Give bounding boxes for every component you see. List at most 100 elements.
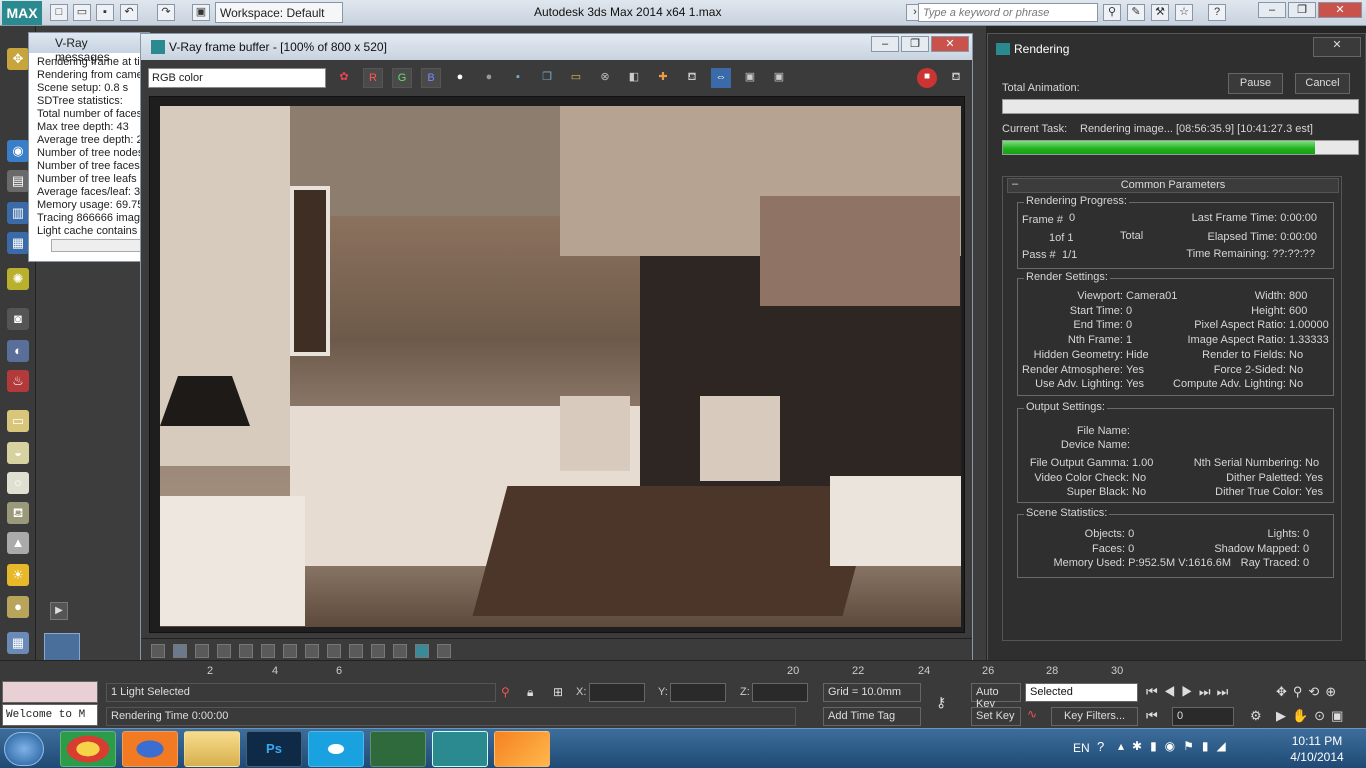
green-channel-button[interactable]: G (392, 68, 412, 88)
cancel-button[interactable]: Cancel (1295, 73, 1350, 94)
play-arrow-icon[interactable]: ▶ (50, 602, 68, 620)
pause-button[interactable]: Pause (1228, 73, 1283, 94)
document-icon[interactable]: ▥ (7, 202, 29, 224)
circle-icon[interactable]: ○ (7, 472, 29, 494)
new-file-icon[interactable]: □ (50, 4, 68, 21)
save-icon[interactable]: ▪ (96, 4, 114, 21)
viewport-nav-controls-2[interactable]: ▶✋⊙▣ (1276, 708, 1349, 724)
white-dot-icon[interactable]: ● (450, 68, 470, 88)
start-button[interactable] (4, 732, 44, 766)
project-folder-icon[interactable]: ▣ (192, 4, 210, 21)
transform-mode-icon[interactable]: ⊞ (553, 685, 563, 699)
color-correction-icon[interactable] (217, 644, 231, 658)
color-channels-icon[interactable]: ✿ (334, 68, 354, 88)
image-icon[interactable]: ▤ (7, 170, 29, 192)
channel-dropdown[interactable]: RGB color (148, 68, 326, 88)
track-mouse-icon[interactable]: ◧ (624, 68, 644, 88)
region-icon[interactable]: ✚ (653, 68, 673, 88)
binoculars-icon[interactable]: ⚲ (1103, 4, 1121, 21)
open-folder-icon[interactable]: ▭ (566, 68, 586, 88)
firefox-icon[interactable] (122, 731, 178, 767)
fb-restore-button[interactable]: ❐ (901, 36, 929, 52)
set-key-button[interactable]: Set Key (971, 707, 1021, 726)
system-tray-icons[interactable]: ▴✱▮◉⚑▮◢ (1118, 739, 1234, 753)
teapot-render-icon[interactable]: ⛾ (682, 68, 702, 88)
pixel-info-icon[interactable] (437, 644, 451, 658)
vlc-icon[interactable] (494, 731, 550, 767)
help-icon[interactable]: ? (1208, 4, 1226, 21)
current-frame-field[interactable]: 0 (1172, 707, 1234, 726)
time-config-icon[interactable]: ⚙ (1250, 708, 1262, 724)
maxscript-mini-listener[interactable] (2, 681, 98, 703)
ab-compare-icon[interactable]: ⇔ (711, 68, 731, 88)
h-icon[interactable] (371, 644, 385, 658)
dome-icon[interactable]: ◒ (7, 442, 29, 464)
pin-icon[interactable]: ⚲ (501, 685, 510, 699)
cone-icon[interactable]: ▲ (7, 532, 29, 554)
tools-icon[interactable]: ✎ (1127, 4, 1145, 21)
camera-icon[interactable]: ◙ (7, 308, 29, 330)
viewport-nav-controls[interactable]: ✥⚲⟲⊕ (1276, 684, 1342, 700)
horizontal-scrollbar[interactable] (51, 239, 141, 252)
ball-icon[interactable]: ● (7, 596, 29, 618)
z-coordinate-field[interactable] (752, 683, 808, 702)
stop-render-icon[interactable]: ■ (917, 68, 937, 88)
table-icon[interactable]: ▦ (7, 232, 29, 254)
gray-dot-icon[interactable]: ● (479, 68, 499, 88)
fb-minimize-button[interactable]: – (871, 36, 899, 52)
key-set-dropdown[interactable]: Selected (1025, 683, 1138, 702)
timeline[interactable]: 2 4 6 20 22 24 26 28 30 (0, 660, 1366, 680)
minimize-button[interactable]: – (1258, 2, 1286, 18)
save-image-icon[interactable]: ▪ (508, 68, 528, 88)
key-icon[interactable]: ⚷ (936, 694, 946, 711)
max-logo-icon[interactable]: MAX (2, 1, 42, 25)
explorer-icon[interactable] (184, 731, 240, 767)
close-button[interactable]: ✕ (1318, 2, 1362, 18)
compare-icon[interactable] (393, 644, 407, 658)
open-file-icon[interactable]: ▭ (73, 4, 91, 21)
curve-key-icon[interactable]: ∿ (1027, 707, 1049, 726)
status-icon[interactable] (151, 644, 165, 658)
lut-icon[interactable] (327, 644, 341, 658)
select-tool-icon[interactable]: ✥ (7, 48, 29, 70)
playback-controls[interactable]: ⏮◀▶⏭⏭ (1146, 684, 1234, 700)
history-icon[interactable]: ▣ (740, 68, 760, 88)
levels-icon[interactable] (239, 644, 253, 658)
save-all-icon[interactable]: ❐ (537, 68, 557, 88)
key-mode-icon[interactable]: ⏮ (1146, 708, 1158, 724)
undo-icon[interactable]: ↶ (120, 4, 138, 21)
vray-app-icon[interactable] (370, 731, 426, 767)
language-indicator[interactable]: EN (1073, 741, 1090, 755)
sphere-icon[interactable]: ◐ (7, 340, 29, 362)
3dsmax-icon[interactable] (432, 731, 488, 767)
photoshop-icon[interactable]: Ps (246, 731, 302, 767)
render-teapot-icon[interactable]: ♨ (7, 370, 29, 392)
fb-close-button[interactable]: ✕ (931, 36, 969, 52)
communication-icon[interactable]: ⚒ (1151, 4, 1169, 21)
restore-button[interactable]: ❐ (1288, 2, 1316, 18)
rendering-close-button[interactable]: ✕ (1313, 37, 1361, 57)
lens-effects-icon[interactable]: ▣ (769, 68, 789, 88)
histogram-icon[interactable] (261, 644, 275, 658)
display-icon[interactable] (349, 644, 363, 658)
render-view[interactable] (149, 96, 965, 633)
maxscript-listener-output[interactable]: Welcome to M (2, 704, 98, 726)
light-bulb-icon[interactable]: ✺ (7, 268, 29, 290)
history-icon[interactable] (173, 644, 187, 658)
red-channel-button[interactable]: R (363, 68, 383, 88)
auto-key-button[interactable]: Auto Key (971, 683, 1021, 710)
chrome-icon[interactable] (60, 731, 116, 767)
lens-icon[interactable] (415, 644, 429, 658)
help-tray-icon[interactable]: ? (1097, 739, 1104, 754)
globe-icon[interactable]: ◉ (7, 140, 29, 162)
skype-icon[interactable] (308, 731, 364, 767)
sun-icon[interactable]: ☀ (7, 564, 29, 586)
box-icon[interactable]: ▭ (7, 410, 29, 432)
workspace-dropdown[interactable]: Workspace: Default (215, 2, 343, 23)
favorites-star-icon[interactable]: ☆ (1175, 4, 1193, 21)
taskbar-clock[interactable]: 10:11 PM 4/10/2014 (1282, 733, 1352, 765)
y-coordinate-field[interactable] (670, 683, 726, 702)
help-search-input[interactable]: Type a keyword or phrase (918, 3, 1098, 22)
blue-channel-button[interactable]: B (421, 68, 441, 88)
lock-icon[interactable]: 🔒︎ (527, 685, 533, 700)
